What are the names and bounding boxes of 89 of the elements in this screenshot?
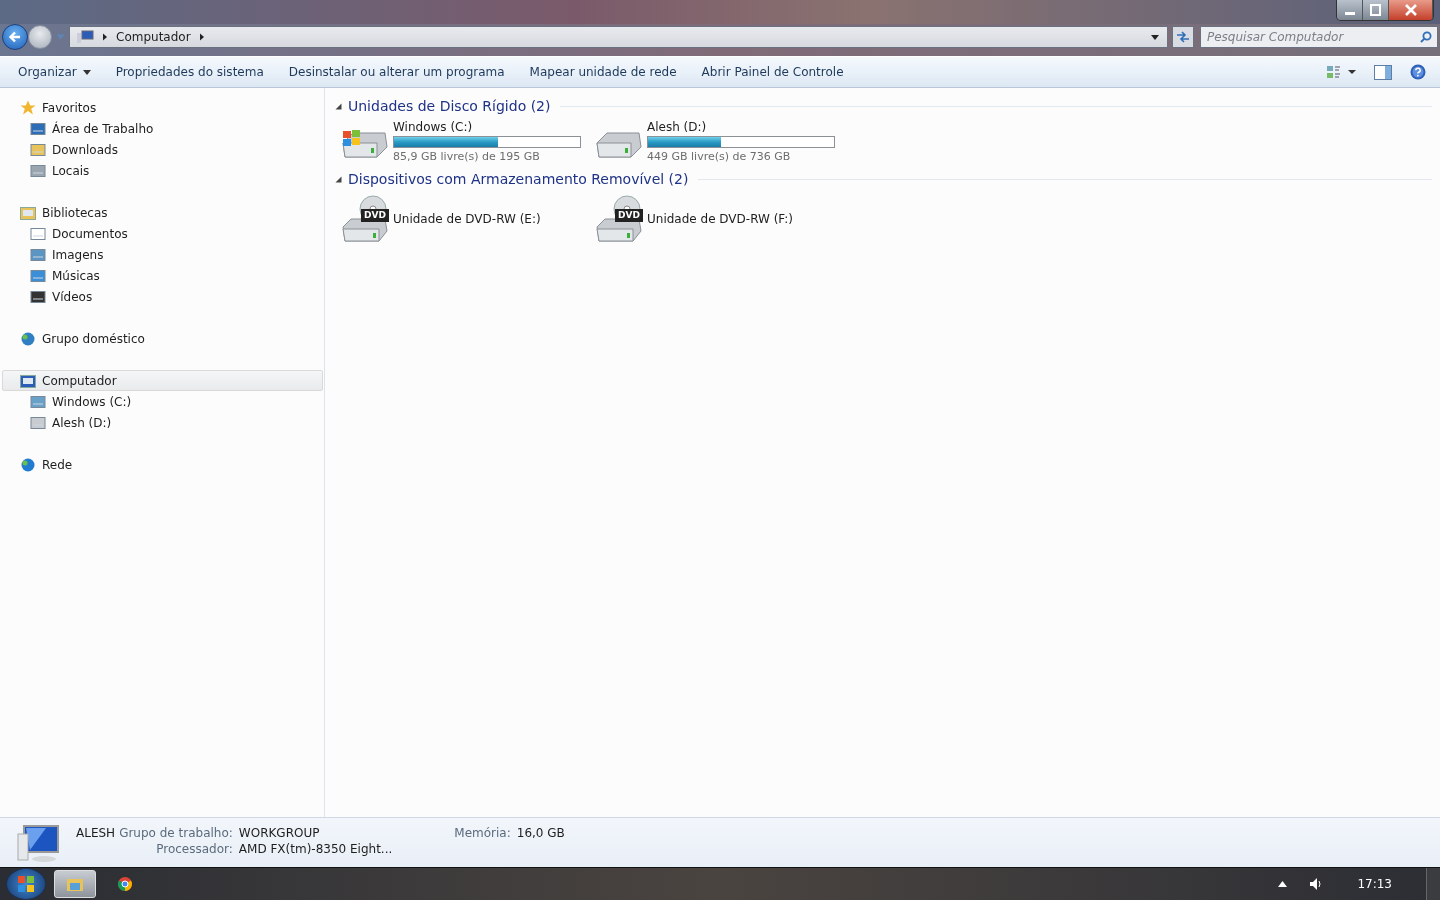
search-icon	[1420, 31, 1432, 43]
item-icon	[30, 394, 46, 409]
nav-label: Documentos	[52, 226, 128, 241]
drive-name[interactable]: Unidade de DVD-RW (F:)	[647, 212, 794, 226]
item-icon	[30, 142, 46, 157]
breadcrumb-item[interactable]: Computador	[116, 30, 191, 44]
nav-item[interactable]: Área de Trabalho	[2, 118, 323, 139]
item-icon	[30, 121, 46, 136]
detail-value: AMD FX(tm)-8350 Eight...	[238, 842, 393, 856]
nav-item[interactable]: Vídeos	[2, 286, 323, 307]
toolbar-button[interactable]: Mapear unidade de rede	[519, 61, 687, 83]
toolbar-button[interactable]: Desinstalar ou alterar um programa	[278, 61, 515, 83]
nav-label: Windows (C:)	[52, 394, 132, 409]
browser-icon	[117, 876, 133, 892]
item-icon	[30, 289, 46, 304]
nav-item[interactable]: Grupo doméstico	[2, 328, 323, 349]
free-space-text: 85,9 GB livre(s) de 195 GB	[393, 150, 541, 163]
back-button[interactable]	[2, 24, 28, 50]
nav-label: Vídeos	[52, 289, 93, 304]
close-icon	[1403, 4, 1418, 16]
forward-button[interactable]	[28, 25, 52, 49]
nav-label: Locais	[52, 163, 90, 178]
chevron-icon[interactable]	[102, 33, 108, 41]
toolbar-button[interactable]: Abrir Painel de Controle	[691, 61, 854, 83]
nav-item[interactable]: Locais	[2, 160, 323, 181]
toolbar-button[interactable]: Propriedades do sistema	[105, 61, 274, 83]
detail-label: Memória:	[454, 826, 511, 840]
refresh-icon	[1176, 31, 1190, 43]
drive-name[interactable]: Alesh (D:)	[647, 120, 835, 134]
nav-label: Imagens	[52, 247, 104, 262]
nav-item[interactable]: Alesh (D:)	[2, 412, 323, 433]
detail-label: Grupo de trabalho:	[119, 826, 233, 840]
nav-label: Músicas	[52, 268, 100, 283]
item-icon	[30, 268, 46, 283]
start-button[interactable]	[6, 868, 46, 900]
globe-icon	[20, 456, 36, 473]
nav-item[interactable]: Bibliotecas	[2, 202, 323, 223]
restore-button[interactable]	[1363, 0, 1389, 20]
detail-value: 16,0 GB	[516, 826, 565, 840]
star-icon	[20, 99, 36, 116]
computer-name: ALESH	[76, 826, 116, 840]
free-space-text: 449 GB livre(s) de 736 GB	[647, 150, 792, 163]
clock[interactable]: 17:13	[1357, 877, 1392, 891]
computer-icon	[76, 30, 94, 44]
nav-item[interactable]: Downloads	[2, 139, 323, 160]
disc-label: DVD	[615, 209, 643, 222]
volume-icon[interactable]	[1309, 877, 1324, 891]
tray-expand-icon[interactable]	[1278, 881, 1288, 887]
drive-name[interactable]: Unidade de DVD-RW (E:)	[393, 212, 541, 226]
detail-value: WORKGROUP	[238, 826, 321, 840]
toolbar-button[interactable]: Organizar	[8, 61, 101, 83]
section-header[interactable]: Dispositivos com Armazenamento Removível (2)	[348, 171, 689, 187]
nav-label: Downloads	[52, 142, 118, 157]
back-arrow-icon	[8, 30, 22, 44]
nav-item[interactable]: Computador	[2, 370, 323, 391]
nav-label: Área de Trabalho	[52, 121, 154, 136]
nav-label: Computador	[42, 373, 117, 388]
nav-item[interactable]: Imagens	[2, 244, 323, 265]
refresh-button[interactable]	[1172, 26, 1194, 48]
disc-label: DVD	[361, 209, 389, 222]
detail-label: Processador:	[155, 842, 233, 856]
minimize-button[interactable]	[1337, 0, 1363, 20]
collapse-toggle-icon[interactable]	[335, 102, 342, 110]
nav-item[interactable]: Windows (C:)	[2, 391, 323, 412]
nav-label: Rede	[42, 457, 73, 472]
dropdown-caret-icon[interactable]	[1151, 34, 1159, 40]
collapse-toggle-icon[interactable]	[335, 175, 342, 183]
item-icon	[30, 226, 46, 241]
search-field[interactable]: Pesquisar Computador	[1200, 26, 1438, 48]
globe-icon	[20, 330, 36, 347]
nav-label: Bibliotecas	[42, 205, 108, 220]
close-button[interactable]	[1389, 0, 1433, 20]
computer-monitor-icon	[16, 824, 62, 864]
nav-label: Grupo doméstico	[42, 331, 145, 346]
nav-item[interactable]: Rede	[2, 454, 323, 475]
caret-icon	[82, 69, 91, 75]
section-header[interactable]: Unidades de Disco Rígido (2)	[348, 98, 551, 114]
nav-label: Favoritos	[42, 100, 97, 115]
nav-label: Alesh (D:)	[52, 415, 112, 430]
item-icon	[30, 415, 46, 430]
drive-name[interactable]: Windows (C:)	[393, 120, 581, 134]
chevron-icon[interactable]	[198, 33, 205, 41]
windows-logo-icon	[16, 874, 36, 894]
nav-item[interactable]: Músicas	[2, 265, 323, 286]
item-icon	[30, 163, 46, 178]
item-icon	[30, 247, 46, 262]
address-bar[interactable]: Computador	[69, 26, 1168, 48]
nav-item[interactable]: Favoritos	[2, 97, 323, 118]
nav-item[interactable]: Documentos	[2, 223, 323, 244]
